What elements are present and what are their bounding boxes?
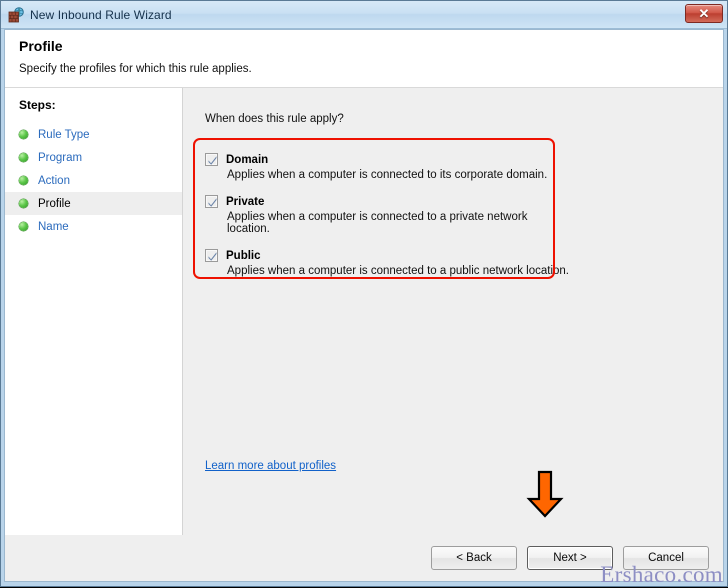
green-bullet-icon [19, 130, 28, 139]
profile-checkbox-group: Domain Applies when a computer is connec… [205, 153, 570, 277]
checkbox-row[interactable]: Private [205, 195, 570, 208]
checkbox-label: Public [226, 249, 261, 262]
checkbox-description: Applies when a computer is connected to … [227, 211, 528, 235]
steps-heading: Steps: [19, 98, 56, 112]
close-icon: ✕ [698, 6, 710, 21]
checkbox-public[interactable] [205, 249, 218, 262]
checkbox-label: Domain [226, 153, 269, 166]
checkbox-description: Applies when a computer is connected to … [227, 169, 548, 181]
sidebar-item-program[interactable]: Program [5, 146, 182, 169]
next-button[interactable]: Next > [527, 546, 613, 570]
green-bullet-icon [19, 153, 28, 162]
cancel-button[interactable]: Cancel [623, 546, 709, 570]
profile-option-public: Public Applies when a computer is connec… [205, 249, 570, 277]
footer-buttons: < Back Next > Cancel [5, 535, 723, 581]
green-bullet-icon [19, 222, 28, 231]
sidebar-item-label: Program [38, 151, 83, 164]
body-region: Steps: Rule Type Program Action Profile [5, 88, 723, 535]
checkbox-label: Private [226, 195, 265, 208]
sidebar-item-action[interactable]: Action [5, 169, 182, 192]
page-title: Profile [19, 38, 63, 54]
sidebar-item-label: Rule Type [38, 128, 90, 141]
green-bullet-icon [19, 199, 28, 208]
page-subtitle: Specify the profiles for which this rule… [19, 63, 252, 75]
sidebar-item-label: Profile [38, 197, 71, 210]
page-header: Profile Specify the profiles for which t… [5, 30, 723, 88]
checkbox-domain[interactable] [205, 153, 218, 166]
back-button[interactable]: < Back [431, 546, 517, 570]
profile-option-domain: Domain Applies when a computer is connec… [205, 153, 570, 181]
sidebar-item-name[interactable]: Name [5, 215, 182, 238]
wizard-window: New Inbound Rule Wizard ✕ Profile Specif… [0, 0, 728, 587]
checkbox-row[interactable]: Public [205, 249, 570, 262]
sidebar-item-rule-type[interactable]: Rule Type [5, 123, 182, 146]
window-title: New Inbound Rule Wizard [30, 7, 172, 22]
green-bullet-icon [19, 176, 28, 185]
checkbox-description: Applies when a computer is connected to … [227, 265, 570, 277]
sidebar-item-label: Name [38, 220, 69, 233]
firewall-globe-icon [8, 6, 24, 23]
sidebar-item-profile[interactable]: Profile [5, 192, 182, 215]
close-button[interactable]: ✕ [685, 4, 723, 23]
main-pane: When does this rule apply? Domain Applie… [183, 88, 723, 535]
sidebar-item-label: Action [38, 174, 70, 187]
steps-sidebar: Steps: Rule Type Program Action Profile [5, 88, 183, 535]
question-text: When does this rule apply? [205, 113, 344, 125]
profile-option-private: Private Applies when a computer is conne… [205, 195, 570, 235]
annotation-arrow-down-icon [526, 470, 564, 518]
title-bar: New Inbound Rule Wizard ✕ [1, 1, 727, 29]
learn-more-link[interactable]: Learn more about profiles [205, 460, 336, 472]
checkbox-private[interactable] [205, 195, 218, 208]
client-area: Profile Specify the profiles for which t… [4, 29, 724, 582]
checkbox-row[interactable]: Domain [205, 153, 570, 166]
